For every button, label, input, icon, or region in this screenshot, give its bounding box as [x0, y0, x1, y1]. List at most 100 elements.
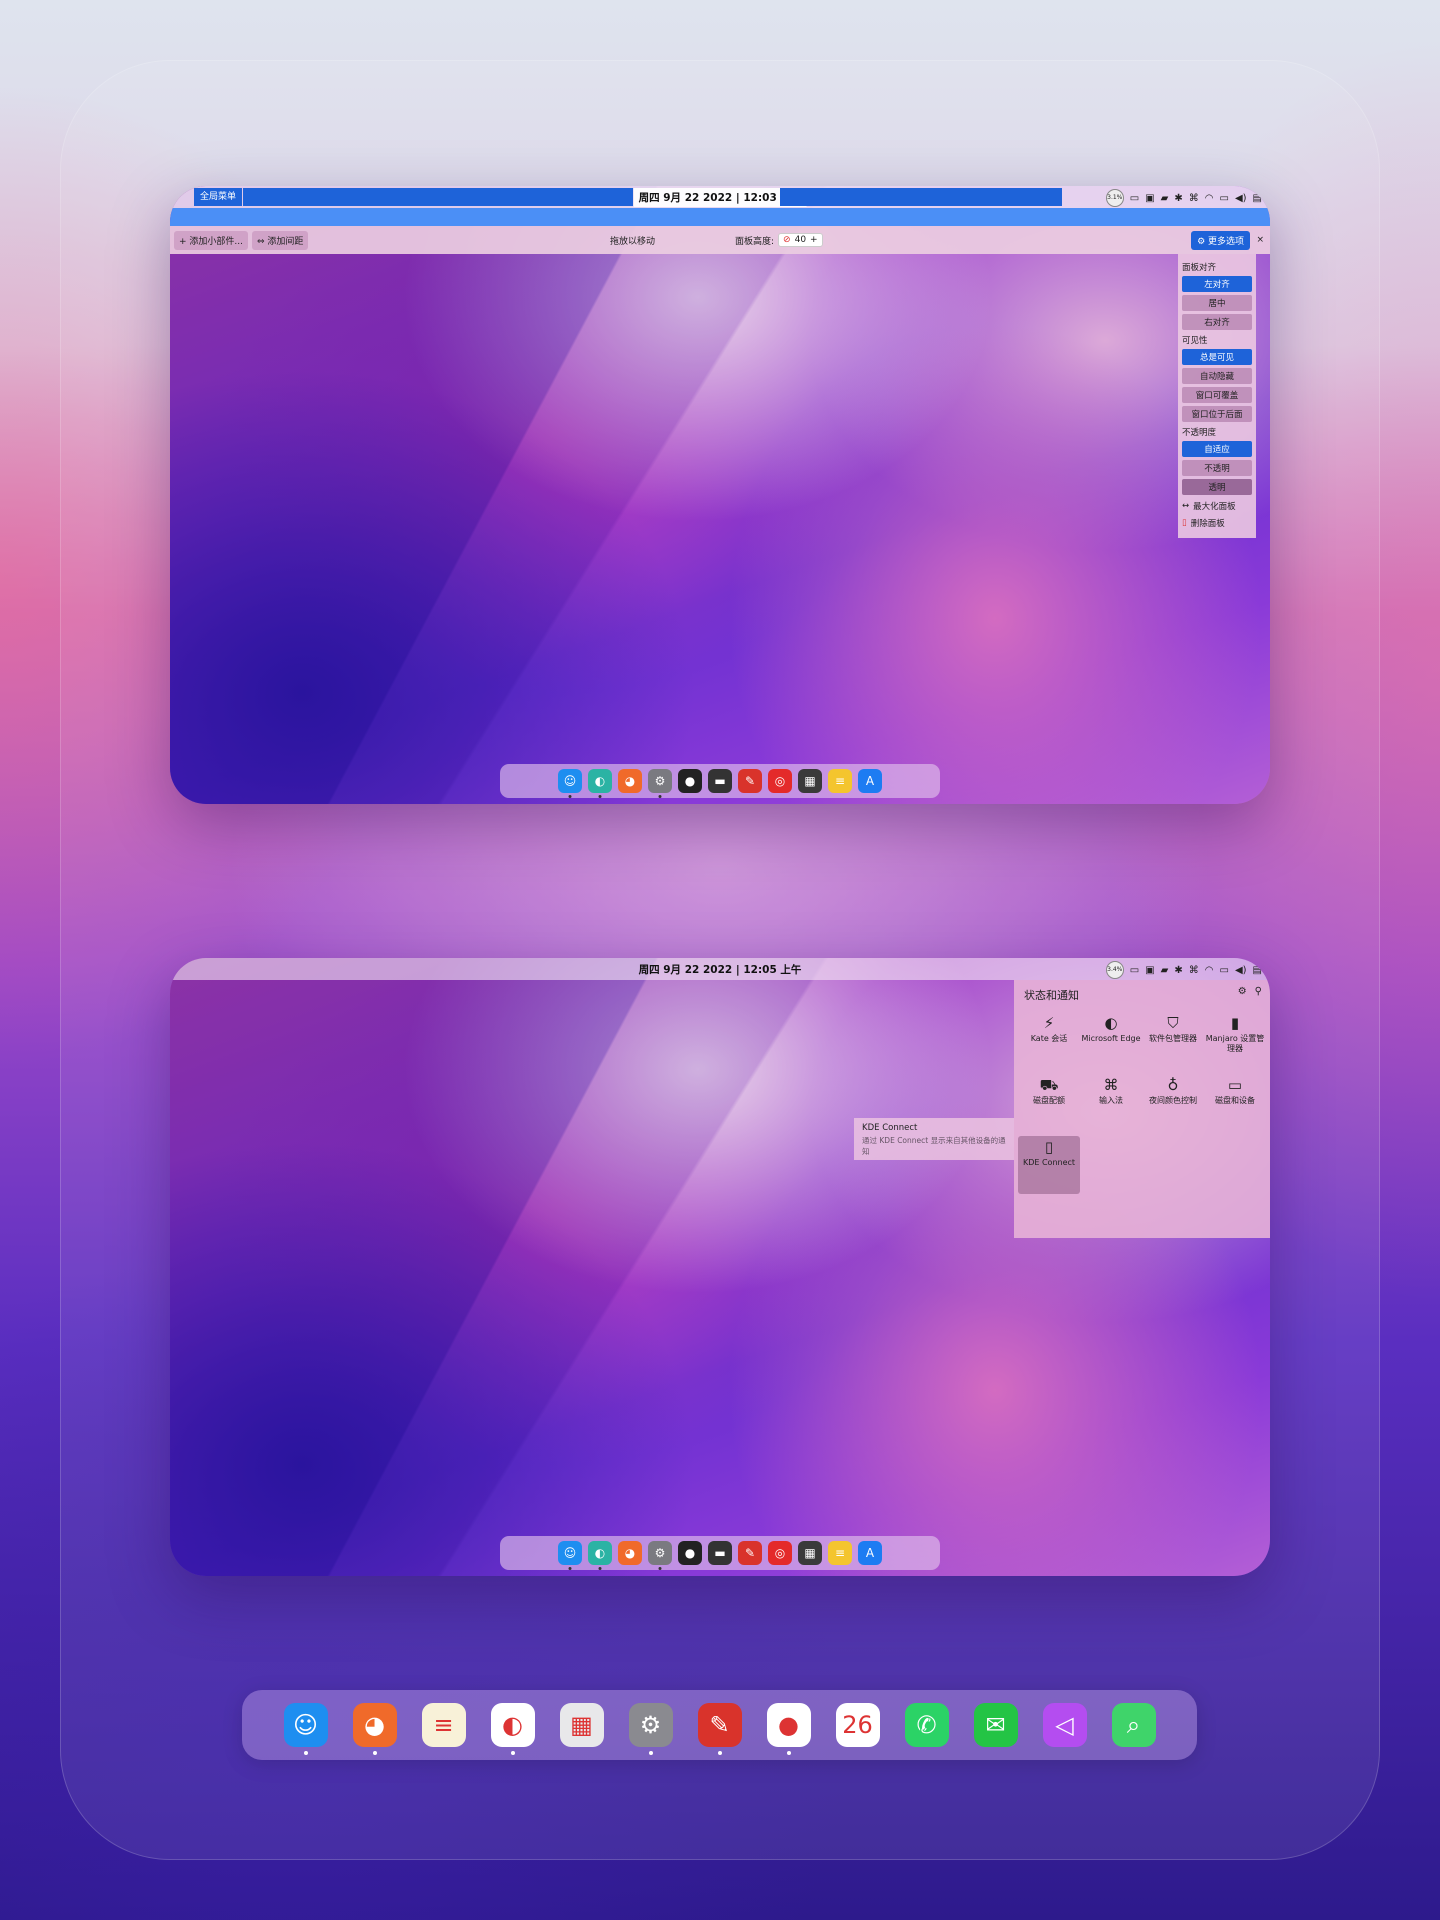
- app-glyph: ⚙: [654, 774, 666, 788]
- dock-app-icon[interactable]: ●: [678, 769, 702, 793]
- panel-height-stepper[interactable]: ⊘ 40 +: [778, 233, 823, 247]
- dock-app-icon[interactable]: ◕: [352, 1703, 397, 1755]
- tray-item[interactable]: ⛉ 软件包管理器: [1142, 1012, 1204, 1066]
- display-icon[interactable]: ▭: [1220, 193, 1229, 204]
- panel-spacer-left[interactable]: [243, 188, 633, 206]
- dock-app-icon[interactable]: ◕: [618, 1541, 642, 1565]
- dock-app-icon[interactable]: ▦: [559, 1703, 604, 1747]
- app-glyph: ☺: [292, 1711, 319, 1739]
- volume-icon[interactable]: ◀): [1235, 193, 1247, 204]
- dock-app-icon[interactable]: ◁: [1042, 1703, 1087, 1747]
- dock-app-icon[interactable]: ✎: [697, 1703, 742, 1755]
- panel-height-value[interactable]: 40: [795, 235, 806, 245]
- dock-app-icon[interactable]: ◎: [768, 769, 792, 793]
- tray-item[interactable]: ⚡ Kate 会话: [1018, 1012, 1080, 1066]
- align-center-option[interactable]: 居中: [1182, 295, 1252, 311]
- dock-app-icon[interactable]: ☺: [558, 1541, 582, 1570]
- drag-hint[interactable]: 拖放以移动: [610, 234, 655, 247]
- pin-icon[interactable]: ⚲: [1255, 986, 1262, 997]
- bluetooth-icon[interactable]: ✱: [1174, 965, 1182, 976]
- volume-icon[interactable]: ◀): [1235, 965, 1247, 976]
- dock-app-icon[interactable]: ▬: [708, 1541, 732, 1565]
- tray-item-icon: ⛉: [1167, 1014, 1179, 1032]
- settings-icon[interactable]: ⚙: [1238, 986, 1247, 997]
- global-menu-button[interactable]: 全局菜单: [194, 188, 243, 206]
- dock-app-icon[interactable]: ◐: [588, 1541, 612, 1570]
- dock-app-icon[interactable]: ≡: [421, 1703, 466, 1747]
- plus-icon[interactable]: +: [810, 235, 818, 245]
- dock-app-icon[interactable]: ▦: [798, 769, 822, 793]
- auto-hide-option[interactable]: 自动隐藏: [1182, 368, 1252, 384]
- panel-edit-ruler[interactable]: [170, 208, 1270, 226]
- tray-item[interactable]: ♁ 夜间颜色控制: [1142, 1074, 1204, 1128]
- dock-app-icon[interactable]: 26: [835, 1703, 880, 1747]
- dock-app-icon[interactable]: ✎: [738, 769, 762, 793]
- input-method-icon[interactable]: ⌘: [1189, 965, 1199, 976]
- windows-below-option[interactable]: 窗口位于后面: [1182, 406, 1252, 422]
- tray-item-icon: ▭: [1227, 1076, 1243, 1094]
- cpu-monitor[interactable]: 3.4%: [1105, 961, 1124, 979]
- dock-app-icon[interactable]: ☺: [283, 1703, 328, 1755]
- maximize-panel-action[interactable]: ↔ 最大化面板: [1182, 500, 1252, 512]
- add-spacer-button[interactable]: ⇔ 添加间距: [252, 230, 309, 250]
- opaque-option[interactable]: 不透明: [1182, 460, 1252, 476]
- dock-app-icon[interactable]: ●: [678, 1541, 702, 1565]
- tray-item-icon: ◐: [1104, 1014, 1118, 1032]
- minus-icon[interactable]: ⊘: [783, 235, 791, 245]
- more-options-button[interactable]: ⚙ 更多选项: [1191, 230, 1250, 250]
- battery-icon[interactable]: ▰: [1161, 193, 1169, 204]
- dock-app-icon[interactable]: ✉: [973, 1703, 1018, 1747]
- battery-icon[interactable]: ▰: [1161, 965, 1169, 976]
- add-widget-button[interactable]: + 添加小部件...: [174, 230, 248, 250]
- dock-app-icon[interactable]: ▦: [798, 1541, 822, 1565]
- wifi-icon[interactable]: ◠: [1205, 193, 1214, 204]
- dock-app-icon[interactable]: ☺: [558, 769, 582, 798]
- dock-app-icon[interactable]: ⚙: [648, 769, 672, 798]
- align-right-option[interactable]: 右对齐: [1182, 314, 1252, 330]
- dock-app-icon[interactable]: ≡: [828, 769, 852, 793]
- dock-app-icon[interactable]: A: [858, 769, 882, 793]
- dock-app-icon[interactable]: ⚙: [648, 1541, 672, 1570]
- delete-panel-action[interactable]: ▯ 删除面板: [1182, 517, 1252, 529]
- bluetooth-icon[interactable]: ✱: [1174, 193, 1182, 204]
- notifications-icon[interactable]: ▤: [1253, 965, 1262, 976]
- dock-app-icon[interactable]: ◐: [490, 1703, 535, 1755]
- tray-item[interactable]: ▯ KDE Connect: [1018, 1136, 1080, 1194]
- dock-app-icon[interactable]: ⌕: [1111, 1703, 1156, 1747]
- tray-item[interactable]: ⛟ 磁盘配额: [1018, 1074, 1080, 1128]
- tray-item[interactable]: ▭ 磁盘和设备: [1204, 1074, 1266, 1128]
- tray-item[interactable]: ⌘ 输入法: [1080, 1074, 1142, 1128]
- cpu-monitor[interactable]: 3.1%: [1105, 189, 1124, 207]
- tray-icon[interactable]: ▭: [1130, 965, 1139, 976]
- transparent-option[interactable]: 透明: [1182, 479, 1252, 495]
- dock-app-icon[interactable]: ✎: [738, 1541, 762, 1565]
- dock-app-icon[interactable]: ⚙: [628, 1703, 673, 1755]
- running-indicator: [568, 795, 572, 798]
- align-left-option[interactable]: 左对齐: [1182, 276, 1252, 292]
- dock-app-icon[interactable]: ◎: [768, 1541, 792, 1565]
- tray-item[interactable]: ▮ Manjaro 设置管理器: [1204, 1012, 1266, 1066]
- dock-app-icon[interactable]: ≡: [828, 1541, 852, 1565]
- panel-spacer-right[interactable]: [780, 188, 1062, 206]
- dock-app-icon[interactable]: ◐: [588, 769, 612, 798]
- delete-panel-label: 删除面板: [1190, 519, 1225, 529]
- tray-icon[interactable]: ▣: [1145, 193, 1154, 204]
- tray-icon[interactable]: ▭: [1130, 193, 1139, 204]
- clock[interactable]: 周四 9月 22 2022 | 12:05 上午: [634, 960, 807, 979]
- input-method-icon[interactable]: ⌘: [1189, 193, 1199, 204]
- notifications-icon[interactable]: ▤: [1253, 193, 1262, 204]
- tray-icon[interactable]: ▣: [1145, 965, 1154, 976]
- display-icon[interactable]: ▭: [1220, 965, 1229, 976]
- tray-item[interactable]: ◐ Microsoft Edge: [1080, 1012, 1142, 1066]
- dock-app-icon[interactable]: A: [858, 1541, 882, 1565]
- wifi-icon[interactable]: ◠: [1205, 965, 1214, 976]
- windows-cover-option[interactable]: 窗口可覆盖: [1182, 387, 1252, 403]
- dock-app-icon[interactable]: ✆: [904, 1703, 949, 1747]
- dock-app-icon[interactable]: ●: [766, 1703, 811, 1755]
- dock-app-icon[interactable]: ◕: [618, 769, 642, 793]
- dock-app-icon[interactable]: ▬: [708, 769, 732, 793]
- always-visible-option[interactable]: 总是可见: [1182, 349, 1252, 365]
- close-icon[interactable]: ×: [1256, 235, 1264, 245]
- adaptive-opacity-option[interactable]: 自适应: [1182, 441, 1252, 457]
- app-glyph: ✆: [916, 1711, 937, 1739]
